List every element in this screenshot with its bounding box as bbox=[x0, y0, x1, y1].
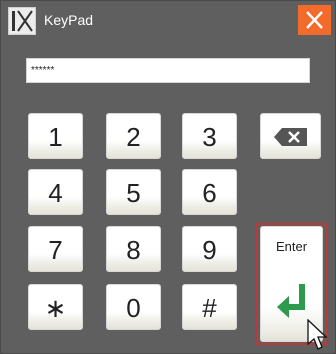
key-star[interactable]: ∗ bbox=[28, 284, 83, 330]
key-7[interactable]: 7 bbox=[28, 226, 83, 272]
key-label: # bbox=[202, 293, 217, 323]
key-label: 7 bbox=[48, 235, 63, 265]
key-label: 0 bbox=[126, 293, 141, 323]
password-display[interactable]: ****** bbox=[26, 58, 310, 83]
key-1[interactable]: 1 bbox=[28, 113, 83, 159]
key-4[interactable]: 4 bbox=[28, 169, 83, 215]
key-5[interactable]: 5 bbox=[106, 169, 161, 215]
backspace-button[interactable] bbox=[260, 113, 321, 159]
key-label: 2 bbox=[126, 122, 141, 152]
close-button[interactable] bbox=[298, 5, 331, 35]
key-8[interactable]: 8 bbox=[106, 226, 161, 272]
key-label: 8 bbox=[126, 235, 141, 265]
key-label: 4 bbox=[48, 178, 63, 208]
key-6[interactable]: 6 bbox=[182, 169, 237, 215]
close-icon bbox=[306, 11, 323, 29]
window-title: KeyPad bbox=[44, 12, 94, 28]
key-label: 9 bbox=[202, 235, 217, 265]
key-0[interactable]: 0 bbox=[106, 284, 161, 330]
keypad-window: KeyPad ****** 1 2 3 4 5 6 7 8 9 ∗ 0 # En… bbox=[0, 0, 336, 354]
backspace-icon bbox=[274, 128, 307, 146]
key-label: 5 bbox=[126, 178, 141, 208]
key-label: 6 bbox=[202, 178, 217, 208]
key-3[interactable]: 3 bbox=[182, 113, 237, 159]
key-9[interactable]: 9 bbox=[182, 226, 237, 272]
key-2[interactable]: 2 bbox=[106, 113, 161, 159]
ix-logo-icon bbox=[8, 7, 36, 35]
key-label: 3 bbox=[202, 122, 217, 152]
key-label: 1 bbox=[48, 122, 63, 152]
key-hash[interactable]: # bbox=[182, 284, 237, 330]
key-label: ∗ bbox=[44, 293, 67, 323]
title-bar: KeyPad bbox=[1, 1, 336, 39]
mouse-pointer-icon bbox=[307, 319, 328, 350]
enter-arrow-icon bbox=[277, 284, 305, 318]
enter-label: Enter bbox=[275, 239, 308, 254]
